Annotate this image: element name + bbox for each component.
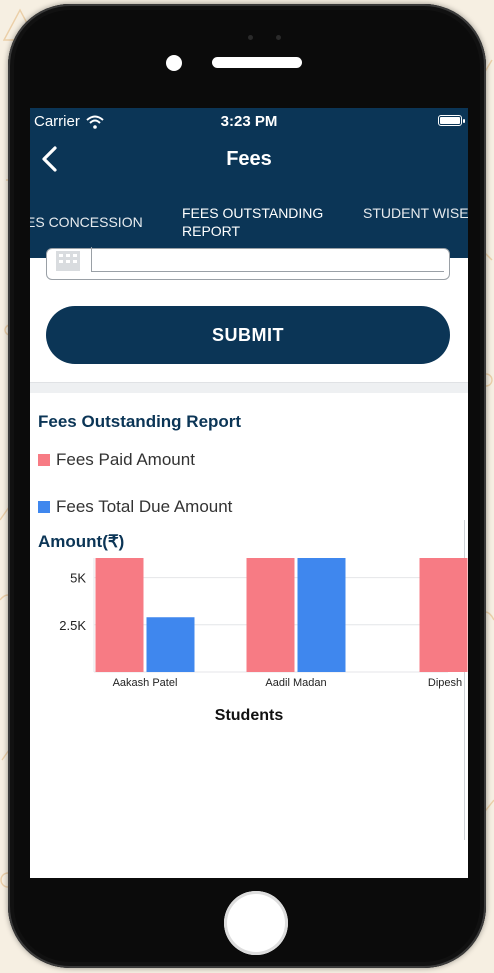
nav-bar: Fees [30,138,468,180]
app-screen: Carrier 3:23 PM Fees ES CONCESSION FEES … [30,108,468,878]
x-tick-label: Dipesh [428,677,462,689]
bar-due [297,558,346,672]
calendar-icon[interactable] [55,251,81,273]
front-camera [166,55,182,71]
section-divider [30,382,468,393]
submit-button[interactable]: SUBMIT [46,306,450,364]
bar-paid [419,558,468,672]
battery-icon [438,115,465,126]
x-tick-label: Aakash Patel [113,677,178,689]
x-axis-title: Students [215,707,284,724]
outstanding-bar-chart: 2.5K5K7.5K10K12.5KAakash PatelAadil Mada… [59,558,468,724]
y-axis-title: Amount(₹) [38,532,125,551]
page-title: Fees [226,148,272,170]
bar-due [146,617,195,672]
tab-student-wise-report[interactable]: STUDENT WISE F REPORT [363,204,468,222]
y-tick-label: 5K [70,571,86,586]
date-input[interactable] [91,247,444,272]
report-title: Fees Outstanding Report [38,412,242,431]
status-time: 3:23 PM [220,113,278,130]
legend-due: Fees Total Due Amount [38,497,232,517]
tab-fees-concession[interactable]: ES CONCESSION [30,213,143,231]
y-tick-label: 2.5K [59,618,86,633]
sensor-dot [276,35,281,40]
home-button[interactable] [224,891,288,955]
app-header: Carrier 3:23 PM Fees ES CONCESSION FEES … [30,108,468,258]
report-content: SUBMIT Fees Outstanding Report Fees Paid… [30,247,468,878]
date-field[interactable] [46,247,450,280]
bar-paid [246,558,295,672]
legend-swatch-due [38,501,50,513]
legend-label-paid: Fees Paid Amount [56,450,195,469]
legend-label-due: Fees Total Due Amount [56,497,233,516]
sensor-dot [248,35,253,40]
earpiece-speaker [212,57,302,68]
status-bar: Carrier 3:23 PM [30,108,468,134]
x-tick-label: Aadil Madan [265,677,326,689]
bar-paid [95,558,144,672]
tab-fees-outstanding-report[interactable]: FEES OUTSTANDING REPORT [182,204,332,240]
legend-paid: Fees Paid Amount [38,450,195,470]
legend-swatch-paid [38,454,50,466]
